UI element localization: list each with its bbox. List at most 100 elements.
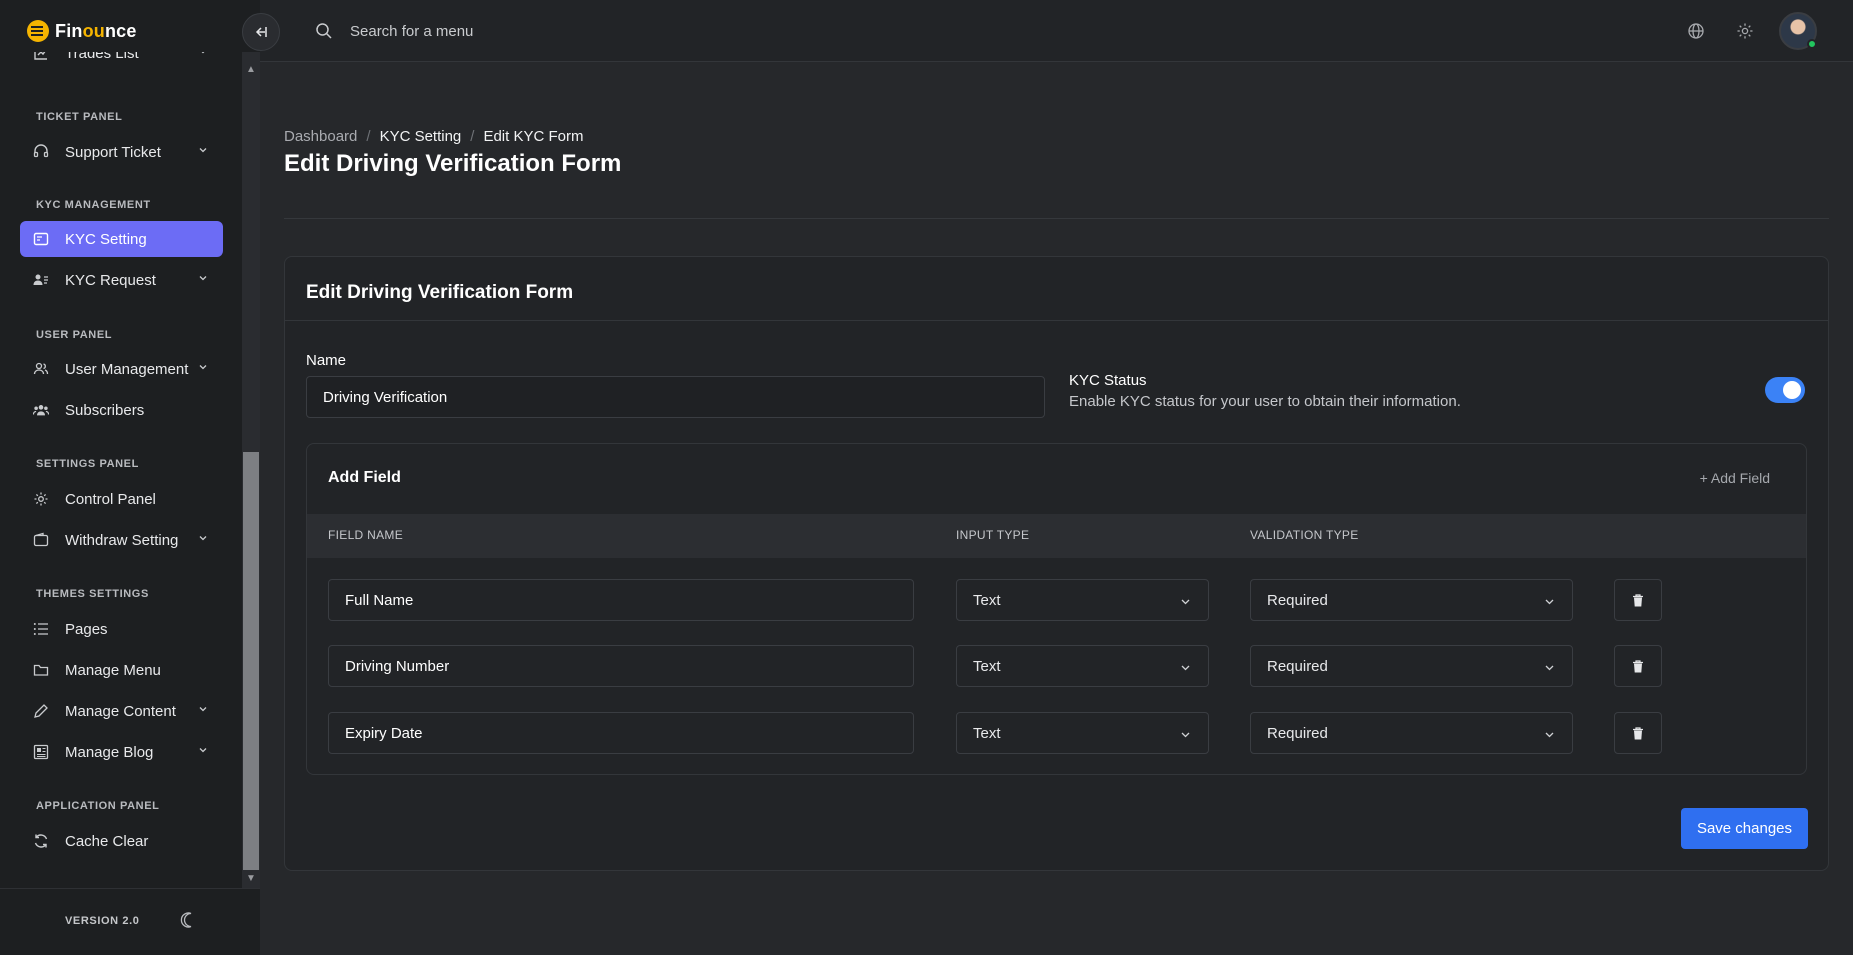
validation-type-select[interactable]: Required bbox=[1250, 579, 1573, 621]
chevron-down-icon bbox=[1545, 665, 1554, 671]
pencil-icon bbox=[33, 703, 49, 719]
sidebar-item-label: KYC Request bbox=[65, 271, 156, 289]
sidebar-item-label: Pages bbox=[65, 620, 108, 638]
edit-form-card: Edit Driving Verification Form Name KYC … bbox=[284, 256, 1829, 871]
name-input[interactable] bbox=[306, 376, 1045, 418]
sidebar-item-support-ticket[interactable]: Support Ticket bbox=[20, 134, 223, 170]
fields-table-header: FIELD NAME INPUT TYPE VALIDATION TYPE bbox=[307, 514, 1806, 558]
header-divider bbox=[284, 218, 1829, 219]
sidebar-item-manage-menu[interactable]: Manage Menu bbox=[20, 652, 223, 688]
validation-type-value: Required bbox=[1267, 591, 1328, 609]
add-field-title: Add Field bbox=[328, 469, 401, 486]
sidebar-item-kyc-setting[interactable]: KYC Setting bbox=[20, 221, 223, 257]
trash-icon bbox=[1633, 659, 1643, 672]
user-list-icon bbox=[33, 272, 49, 288]
sidebar-nav: Trades List TICKET PANEL Support Ticket … bbox=[0, 52, 242, 888]
newspaper-icon bbox=[33, 744, 49, 760]
sidebar-item-kyc-request[interactable]: KYC Request bbox=[20, 262, 223, 298]
delete-field-button[interactable] bbox=[1614, 712, 1662, 754]
wallet-icon bbox=[33, 532, 49, 548]
chevron-down-icon bbox=[1181, 732, 1190, 738]
sidebar-item-user-management[interactable]: User Management bbox=[20, 351, 223, 387]
sidebar-item-subscribers[interactable]: Subscribers bbox=[20, 392, 223, 428]
validation-type-select[interactable]: Required bbox=[1250, 712, 1573, 754]
chevron-down-icon bbox=[1181, 665, 1190, 671]
input-type-value: Text bbox=[973, 724, 1001, 742]
logo[interactable]: Finounce bbox=[27, 18, 137, 44]
trash-icon bbox=[1633, 593, 1643, 606]
breadcrumb-item-kyc-setting[interactable]: KYC Setting bbox=[380, 128, 462, 145]
sidebar-item-cache-clear[interactable]: Cache Clear bbox=[20, 823, 223, 859]
refresh-icon bbox=[33, 833, 49, 849]
scroll-up-icon[interactable]: ▲ bbox=[245, 64, 257, 75]
validation-type-select[interactable]: Required bbox=[1250, 645, 1573, 687]
globe-icon[interactable] bbox=[1687, 22, 1705, 40]
moon-icon[interactable] bbox=[179, 911, 197, 929]
logo-text: Finounce bbox=[55, 20, 137, 41]
sidebar-item-manage-content[interactable]: Manage Content bbox=[20, 693, 223, 729]
table-row: Text Required bbox=[307, 712, 1806, 754]
field-name-input[interactable] bbox=[328, 645, 914, 687]
sidebar-item-label: Withdraw Setting bbox=[65, 531, 179, 549]
version-label: VERSION 2.0 bbox=[65, 915, 140, 927]
field-name-input[interactable] bbox=[328, 579, 914, 621]
breadcrumb-item-edit-kyc-form: Edit KYC Form bbox=[483, 128, 584, 145]
name-label: Name bbox=[306, 352, 347, 369]
delete-field-button[interactable] bbox=[1614, 645, 1662, 687]
sidebar-item-withdraw-setting[interactable]: Withdraw Setting bbox=[20, 522, 223, 558]
settings-gear-icon[interactable] bbox=[1736, 22, 1754, 40]
chevron-down-icon bbox=[1545, 599, 1554, 605]
kyc-status-description: Enable KYC status for your user to obtai… bbox=[1069, 393, 1461, 410]
section-title-kyc: KYC MANAGEMENT bbox=[36, 199, 151, 211]
table-row: Text Required bbox=[307, 579, 1806, 621]
sidebar-item-trades-list[interactable]: Trades List bbox=[20, 52, 223, 71]
sidebar-item-label: Manage Content bbox=[65, 702, 176, 720]
add-field-button[interactable]: + Add Field bbox=[1700, 470, 1770, 486]
sidebar-item-label: Control Panel bbox=[65, 490, 156, 508]
search-icon bbox=[316, 23, 332, 39]
sidebar-footer: VERSION 2.0 bbox=[0, 888, 260, 955]
sidebar-item-pages[interactable]: Pages bbox=[20, 611, 223, 647]
chevron-down-icon bbox=[199, 536, 207, 541]
sidebar-item-control-panel[interactable]: Control Panel bbox=[20, 481, 223, 517]
chevron-down-icon bbox=[1545, 732, 1554, 738]
kyc-status-toggle[interactable] bbox=[1765, 377, 1805, 403]
field-name-input[interactable] bbox=[328, 712, 914, 754]
sidebar-item-label: Manage Blog bbox=[65, 743, 154, 761]
sidebar-collapse-button[interactable] bbox=[242, 13, 280, 51]
sidebar-item-manage-blog[interactable]: Manage Blog bbox=[20, 734, 223, 770]
folder-icon bbox=[33, 662, 49, 678]
section-title-application: APPLICATION PANEL bbox=[36, 800, 160, 812]
list-icon bbox=[33, 621, 49, 637]
collapse-arrow-icon bbox=[255, 27, 267, 37]
sidebar-scrollbar-thumb[interactable] bbox=[243, 452, 259, 870]
input-type-select[interactable]: Text bbox=[956, 645, 1209, 687]
section-title-themes: THEMES SETTINGS bbox=[36, 588, 149, 600]
chevron-down-icon bbox=[201, 52, 205, 54]
page-title: Edit Driving Verification Form bbox=[284, 150, 622, 177]
chevron-down-icon bbox=[1181, 599, 1190, 605]
column-header-input-type: INPUT TYPE bbox=[956, 528, 1030, 542]
trash-icon bbox=[1633, 726, 1643, 739]
save-changes-button[interactable]: Save changes bbox=[1681, 808, 1808, 849]
sidebar-item-label: Subscribers bbox=[65, 401, 145, 419]
breadcrumb-item-dashboard[interactable]: Dashboard bbox=[284, 128, 357, 145]
breadcrumb: Dashboard / KYC Setting / Edit KYC Form bbox=[284, 128, 583, 145]
input-type-select[interactable]: Text bbox=[956, 712, 1209, 754]
table-row: Text Required bbox=[307, 645, 1806, 687]
sidebar: Finounce Trades List TICKET PANEL Suppor… bbox=[0, 0, 260, 955]
gear-icon bbox=[33, 491, 49, 507]
sidebar-item-label: KYC Setting bbox=[65, 230, 147, 248]
scroll-down-icon[interactable]: ▼ bbox=[245, 873, 257, 884]
group-icon bbox=[33, 402, 49, 418]
input-type-select[interactable]: Text bbox=[956, 579, 1209, 621]
chart-icon bbox=[33, 52, 49, 61]
add-field-panel: Add Field + Add Field FIELD NAME INPUT T… bbox=[306, 443, 1807, 775]
sidebar-item-label: Trades List bbox=[65, 52, 139, 62]
input-type-value: Text bbox=[973, 657, 1001, 675]
sidebar-item-label: User Management bbox=[65, 360, 189, 378]
delete-field-button[interactable] bbox=[1614, 579, 1662, 621]
search-input[interactable] bbox=[350, 18, 750, 44]
online-status-dot bbox=[1807, 39, 1817, 49]
breadcrumb-separator: / bbox=[470, 128, 475, 145]
